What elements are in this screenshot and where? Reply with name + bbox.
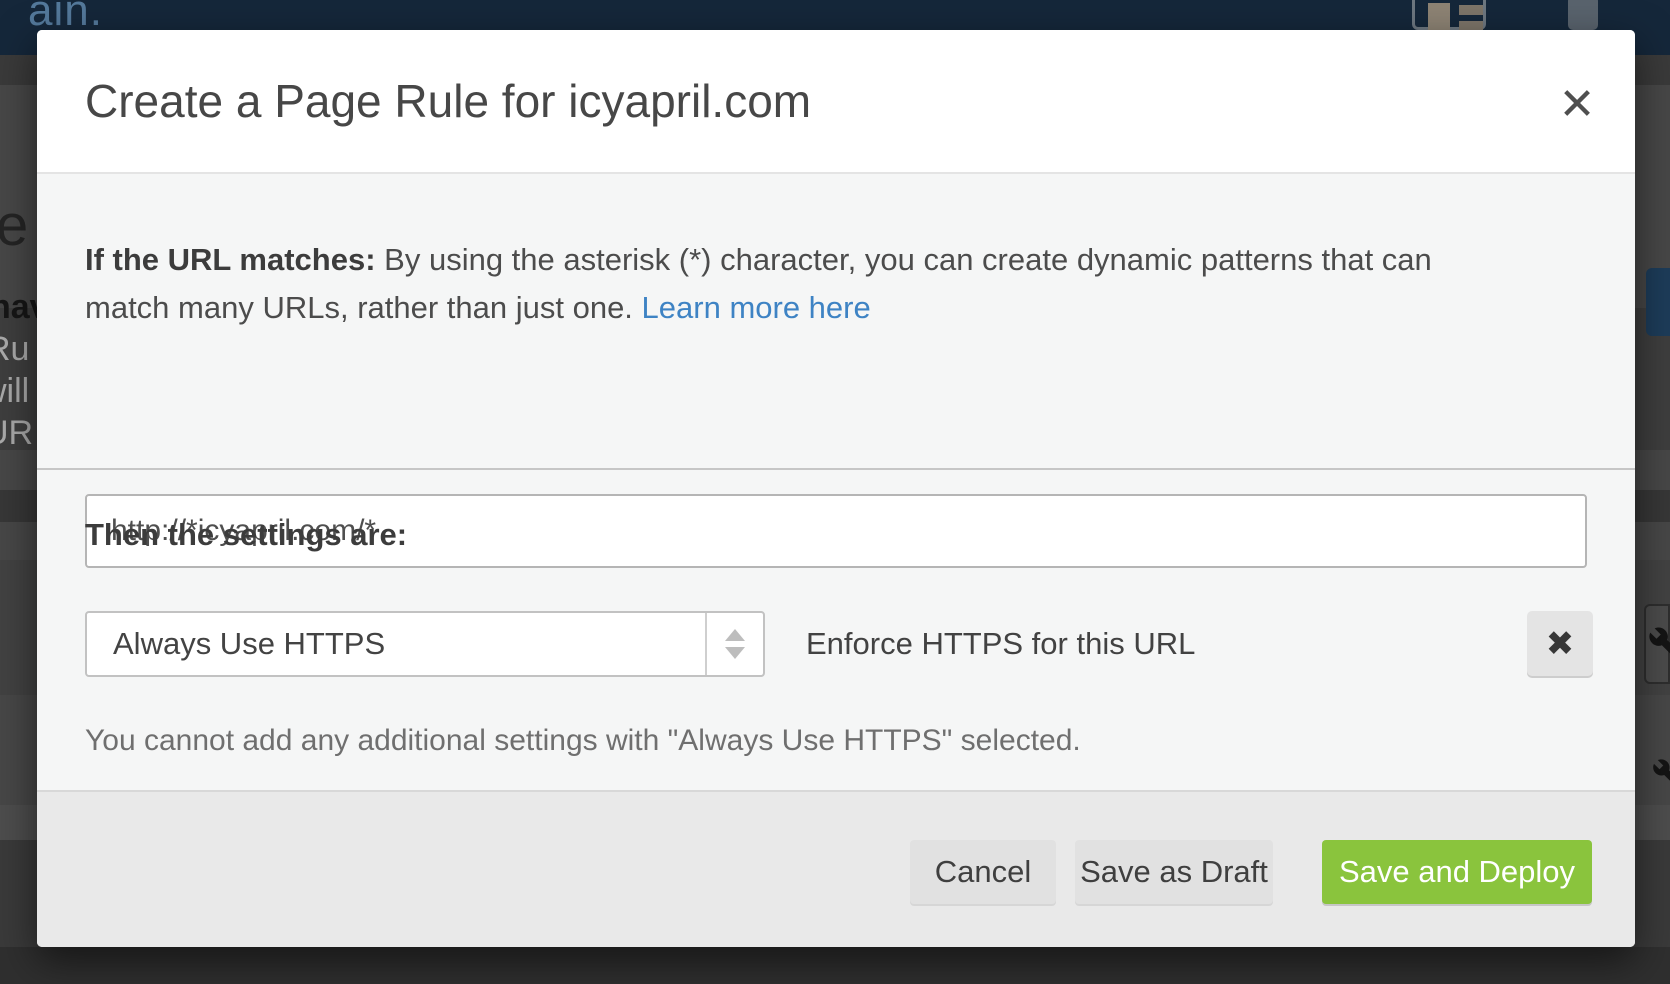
remove-setting-button[interactable]: ✖ (1527, 611, 1593, 676)
wrench-icon (1648, 626, 1670, 660)
backdrop-text-fragment: Ru (0, 330, 29, 369)
backdrop-blue-button-sliver (1646, 268, 1670, 336)
save-as-draft-button[interactable]: Save as Draft (1075, 840, 1273, 904)
create-page-rule-modal: Create a Page Rule for icyapril.com ✕ If… (37, 30, 1635, 947)
backdrop-text-fragment: UR (0, 414, 33, 453)
chevron-down-icon (725, 647, 745, 659)
close-icon[interactable]: ✕ (1549, 76, 1605, 132)
modal-title: Create a Page Rule for icyapril.com (85, 30, 811, 172)
settings-heading: Then the settings are: (85, 517, 407, 553)
wrench-icon (1652, 758, 1670, 788)
settings-section: Then the settings are: Always Use HTTPS … (37, 470, 1635, 790)
setting-select-value: Always Use HTTPS (113, 613, 385, 675)
setting-select[interactable]: Always Use HTTPS (85, 611, 765, 677)
url-match-section: If the URL matches: By using the asteris… (37, 176, 1635, 468)
modal-footer: Cancel Save as Draft Save and Deploy (37, 790, 1635, 947)
remove-x-icon: ✖ (1546, 624, 1575, 664)
url-match-description: If the URL matches: By using the asteris… (85, 236, 1475, 332)
save-and-deploy-button[interactable]: Save and Deploy (1322, 840, 1592, 904)
backdrop-text-fragment: will (0, 372, 29, 411)
url-match-label: If the URL matches: (85, 242, 376, 277)
select-stepper-icon[interactable] (705, 613, 763, 675)
learn-more-link[interactable]: Learn more here (642, 290, 871, 325)
chevron-up-icon (725, 629, 745, 641)
cancel-button[interactable]: Cancel (910, 840, 1056, 904)
header-nav-icon (1568, 0, 1598, 30)
columns-layout-icon (1412, 0, 1486, 30)
setting-description: Enforce HTTPS for this URL (806, 611, 1195, 677)
settings-note: You cannot add any additional settings w… (85, 724, 1081, 758)
backdrop-text-fragment: e (0, 192, 28, 259)
backdrop-bottom-band (0, 947, 1670, 984)
modal-titlebar: Create a Page Rule for icyapril.com ✕ (37, 30, 1635, 174)
